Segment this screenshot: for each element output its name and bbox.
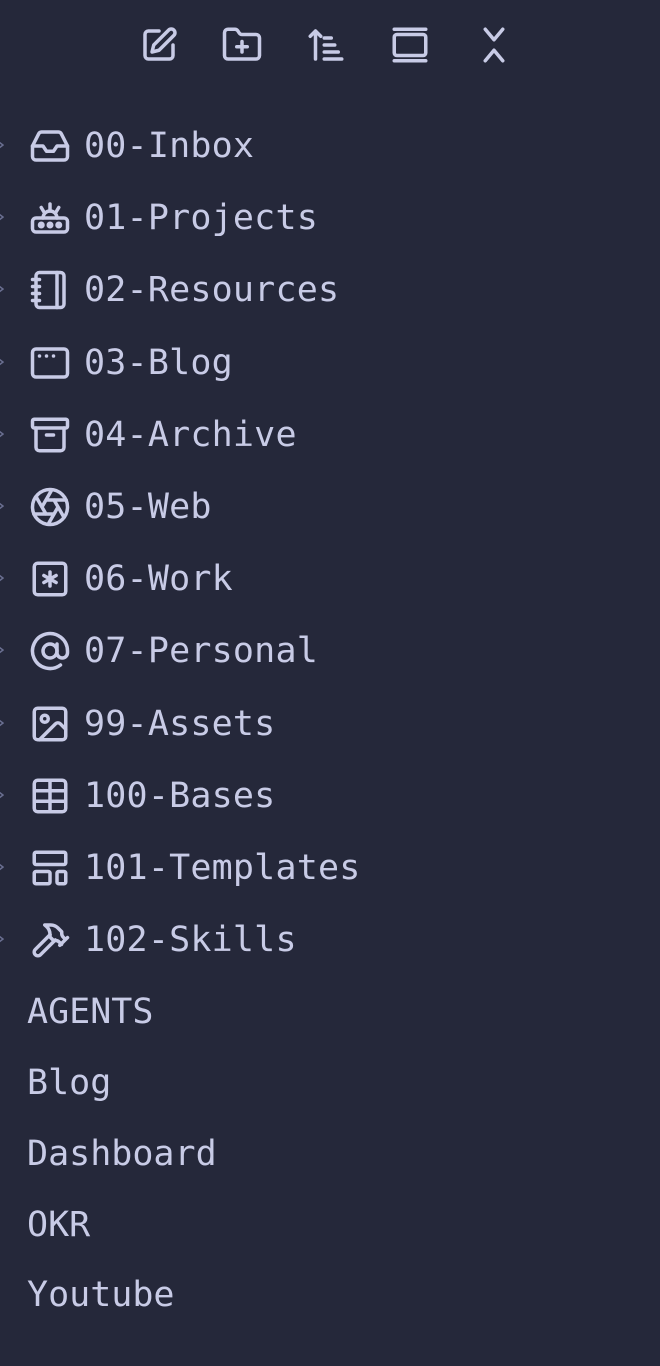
file-label: AGENTS (27, 992, 154, 1033)
folder-label: 00-Inbox (84, 126, 255, 166)
file-agents[interactable]: AGENTS (0, 974, 660, 1045)
hammer-icon (32, 923, 70, 958)
folder-label: 102-Skills (84, 920, 297, 961)
folder-05-web[interactable]: 05-Web (0, 469, 660, 541)
folder-label: 100-Bases (84, 775, 276, 816)
chevron-right-icon (0, 286, 4, 293)
layout-template-icon (32, 850, 68, 886)
folder-99-assets[interactable]: 99-Assets (0, 686, 660, 758)
folder-00-inbox[interactable]: 00-Inbox (0, 108, 660, 180)
file-label: Blog (27, 1063, 112, 1104)
folder-label: 01-Projects (84, 198, 318, 239)
browser-icon (30, 346, 70, 379)
inbox-icon (30, 130, 70, 162)
folder-label: 06-Work (84, 559, 233, 600)
folder-03-blog[interactable]: 03-Blog (0, 325, 660, 397)
edit-icon (143, 27, 177, 61)
asterisk-square-icon (32, 561, 68, 597)
folder-label: 02-Resources (84, 270, 340, 311)
file-dashboard[interactable]: Dashboard (0, 1116, 660, 1187)
folder-07-personal[interactable]: 07-Personal (0, 613, 660, 685)
file-tree: 00-Inbox 01-Projects 02-Resources 03-Blo… (0, 108, 660, 1328)
auto-reveal-button[interactable] (389, 24, 431, 66)
chevron-right-icon (0, 574, 4, 582)
folder-label: 03-Blog (84, 342, 233, 383)
folder-plus-icon (222, 27, 262, 61)
chevron-right-icon (0, 647, 4, 654)
file-label: Dashboard (27, 1133, 217, 1174)
folder-label: 04-Archive (84, 414, 297, 455)
folder-02-resources[interactable]: 02-Resources (0, 252, 660, 324)
aperture-icon (30, 487, 70, 527)
table-icon (32, 778, 68, 814)
folder-label: 101-Templates (84, 847, 361, 888)
chevron-right-icon (0, 502, 4, 510)
chevron-right-icon (0, 430, 4, 437)
archive-icon (30, 417, 70, 453)
file-label: OKR (27, 1204, 91, 1245)
folder-102-skills[interactable]: 102-Skills (0, 902, 660, 974)
chevron-right-icon (0, 719, 4, 726)
collapse-all-button[interactable] (473, 24, 515, 66)
chevron-right-icon (0, 214, 4, 221)
notebook-icon (30, 271, 66, 310)
chevron-right-icon (0, 791, 4, 798)
image-icon (32, 706, 68, 741)
file-okr[interactable]: OKR (0, 1187, 660, 1258)
new-note-button[interactable] (138, 24, 180, 66)
chevron-right-icon (0, 358, 4, 365)
folder-06-work[interactable]: 06-Work (0, 541, 660, 613)
chevron-right-icon (0, 141, 4, 149)
folder-label: 07-Personal (84, 631, 318, 672)
chevron-right-icon (0, 863, 4, 871)
folder-101-templates[interactable]: 101-Templates (0, 830, 660, 902)
file-youtube[interactable]: Youtube (0, 1257, 660, 1328)
folder-04-archive[interactable]: 04-Archive (0, 397, 660, 469)
folder-label: 99-Assets (84, 703, 276, 744)
file-label: Youtube (27, 1275, 175, 1316)
folder-label: 05-Web (84, 486, 212, 527)
chevron-right-icon (0, 935, 4, 943)
folder-01-projects[interactable]: 01-Projects (0, 180, 660, 252)
sort-button[interactable] (305, 24, 347, 66)
projects-icon (30, 202, 70, 234)
collapse-icon (483, 27, 505, 63)
file-explorer-toolbar (0, 0, 660, 90)
reveal-icon (392, 27, 428, 63)
at-sign-icon (30, 632, 70, 671)
file-blog[interactable]: Blog (0, 1045, 660, 1116)
folder-100-bases[interactable]: 100-Bases (0, 758, 660, 830)
sort-icon (308, 29, 344, 61)
new-folder-button[interactable] (221, 24, 263, 66)
